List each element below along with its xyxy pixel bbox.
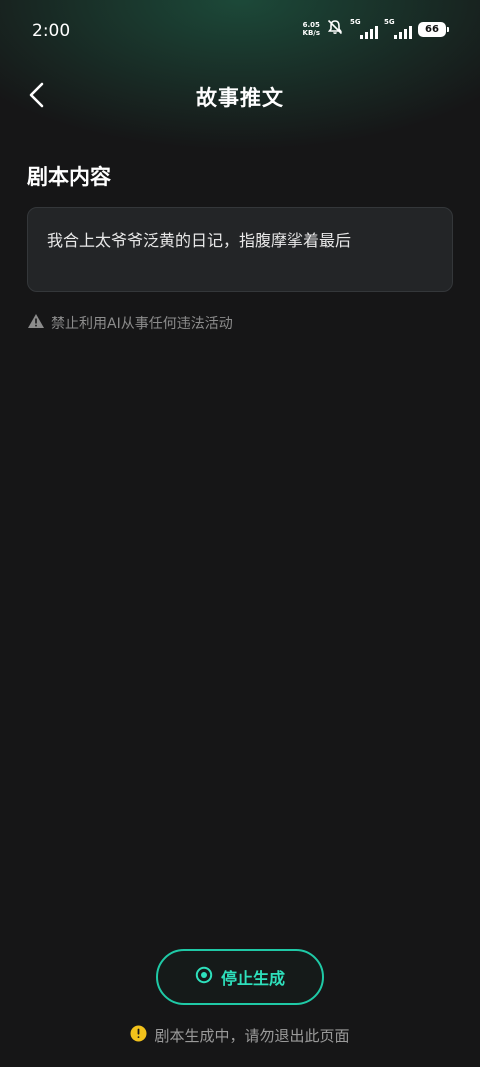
battery-icon: 66 <box>418 21 449 37</box>
section-title: 剧本内容 <box>27 165 111 189</box>
script-content-box[interactable]: 我合上太爷爷泛黄的日记，指腹摩挲着最后 <box>27 207 453 292</box>
mute-icon <box>326 18 344 40</box>
signal-sim2: 5G <box>384 17 412 39</box>
nav-bar: 故事推文 <box>0 72 480 122</box>
battery-level: 66 <box>425 23 439 35</box>
page-title: 故事推文 <box>196 86 284 110</box>
signal-sim1: 5G <box>350 17 378 39</box>
stop-generation-button[interactable]: 停止生成 <box>156 949 324 1005</box>
status-indicators: 6.05 KB/s 5G 5G 66 <box>303 17 449 40</box>
network-speed-value: 6.05 <box>302 21 320 29</box>
legal-notice-text: 禁止利用AI从事任何违法活动 <box>51 316 233 332</box>
status-bar: 2:00 6.05 KB/s 5G 5G 66 <box>0 0 480 62</box>
sim2-network-label: 5G <box>384 17 395 26</box>
warning-icon <box>27 313 45 333</box>
generation-status-text: 剧本生成中，请勿退出此页面 <box>154 1027 350 1045</box>
chevron-left-icon <box>27 81 47 113</box>
status-time: 2:00 <box>32 21 71 41</box>
info-icon <box>130 1025 147 1046</box>
signal-bars-icon <box>394 25 412 39</box>
generation-status-note: 剧本生成中，请勿退出此页面 <box>0 1025 480 1046</box>
sim1-network-label: 5G <box>350 17 361 26</box>
network-speed-unit: KB/s <box>302 29 320 37</box>
back-button[interactable] <box>20 80 54 114</box>
network-speed: 6.05 KB/s <box>303 21 320 37</box>
signal-bars-icon <box>360 25 378 39</box>
stop-generation-label: 停止生成 <box>220 969 285 988</box>
legal-notice: 禁止利用AI从事任何违法活动 <box>27 313 233 333</box>
stop-circle-icon <box>195 966 213 988</box>
